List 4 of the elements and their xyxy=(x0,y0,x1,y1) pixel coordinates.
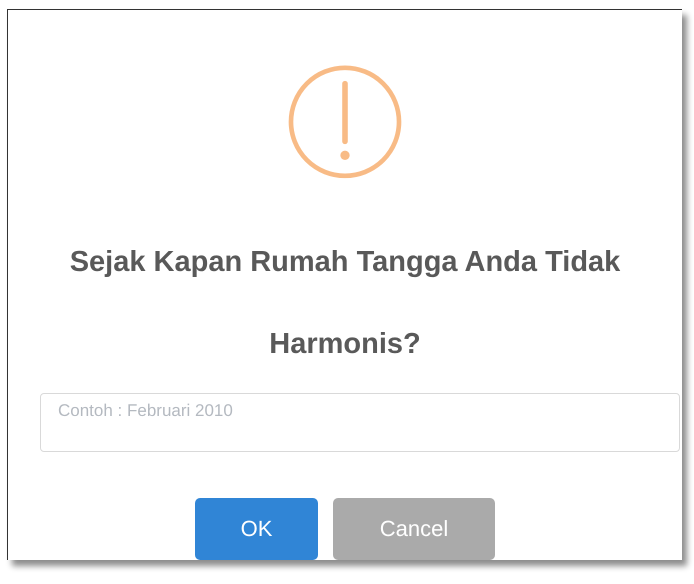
input-field[interactable]: Contoh : Februari 2010 xyxy=(40,392,680,452)
ok-button[interactable]: OK xyxy=(195,498,318,560)
cancel-button[interactable]: Cancel xyxy=(333,498,495,560)
dialog-title: Sejak Kapan Rumah Tangga Anda Tidak Harmonis? xyxy=(68,244,622,362)
